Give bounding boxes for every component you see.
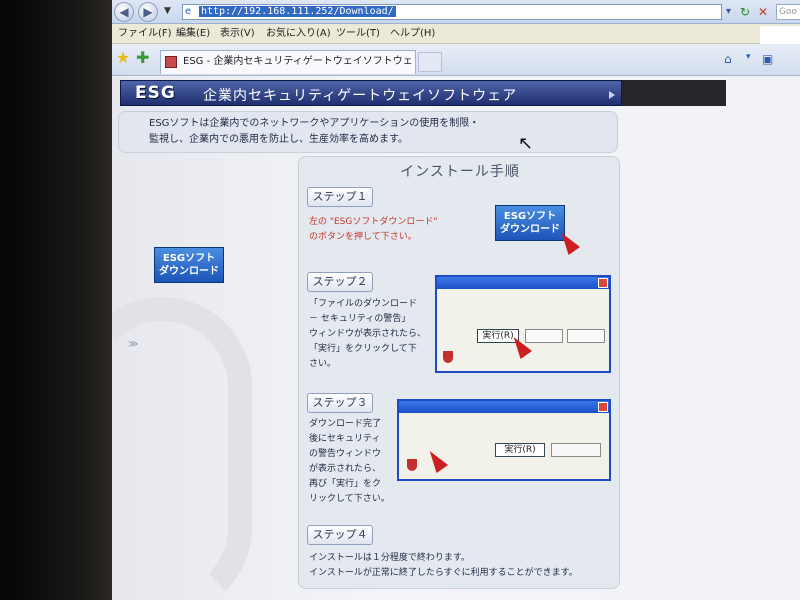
header-banner: ESG 企業内セキュリティゲートウェイソフトウェア [120,80,622,106]
mouse-cursor-icon: ↖ [518,133,534,154]
banner-title: 企業内セキュリティゲートウェイソフトウェア [203,88,518,104]
esg-logo: ESG [135,83,176,103]
step-1-button-line-2: ダウンロード [500,224,560,235]
arrow-marker-icon: ≫ [128,339,139,350]
monitor-bezel [0,0,112,600]
step-1-download-button: ESGソフト ダウンロード [495,205,565,241]
step-4-text: インストールは１分程度で終わります。 インストールが正常に終了したらすぐに利用す… [309,551,578,581]
dialog-titlebar [399,401,609,413]
step-3-label: ステップ３ [307,393,373,413]
menu-tools[interactable]: ツール(T) [336,24,380,44]
step-3-line-2: 後にセキュリティ [309,434,381,444]
install-steps-panel: インストール手順 ステップ１ 左の "ESGソフトダウンロード" のボタンを押し… [298,156,620,589]
banner-dark-strip [622,80,726,106]
step-4-line-2: インストールが正常に終了したらすぐに利用することができます。 [309,568,578,578]
step-3-line-1: ダウンロード完了 [309,419,382,429]
step-3-line-4: が表示されたら、 [309,464,382,474]
tab-esg[interactable]: ESG - 企業内セキュリティゲートウェイソフトウェア [160,50,416,89]
menu-bar: ファイル(F) 編集(E) 表示(V) お気に入り(A) ツール(T) ヘルプ(… [112,24,800,44]
warning-shield-icon [407,459,417,471]
banner-arrow-icon [609,91,615,99]
address-text: http://192.168.111.252/Download/ [199,6,396,17]
file-download-dialog-image: 実行(R) [435,275,611,373]
feeds-icon[interactable]: ▣ [762,52,773,66]
step-2-line-5: さい。 [309,359,337,369]
menu-edit[interactable]: 編集(E) [176,24,210,44]
install-title: インストール手順 [400,164,520,180]
menu-favorites[interactable]: お気に入り(A) [266,24,331,44]
page-icon: e [185,6,192,17]
favicon-icon [165,56,177,68]
home-icon[interactable]: ⌂ [724,52,732,66]
step-2-line-1: 「ファイルのダウンロード [309,299,418,309]
download-label-2: ダウンロード [159,266,219,277]
step-2-line-3: ウィンドウが表示されたら、 [309,329,427,339]
step-1-text: 左の "ESGソフトダウンロード" のボタンを押して下さい。 [309,215,438,245]
dialog-secondary-button [525,329,563,343]
add-favorite-icon[interactable]: ✚ [136,50,149,66]
red-pointer-icon [555,228,581,256]
intro-line-1: ESGソフトは企業内でのネットワークやアプリケーションの使用を制限・ [149,118,480,129]
address-dropdown-icon[interactable]: ▾ [726,4,731,20]
menu-help[interactable]: ヘルプ(H) [390,24,435,44]
intro-box: ESGソフトは企業内でのネットワークやアプリケーションの使用を制限・ 監視し、企… [118,111,618,153]
step-2-line-4: 「実行」をクリックして下 [309,344,417,354]
menu-file[interactable]: ファイル(F) [118,24,172,44]
back-icon[interactable]: ◀ [114,2,134,22]
step-3-line-6: リックして下さい。 [309,494,390,504]
step-1-line-1: 左の "ESGソフトダウンロード" [309,217,438,227]
step-4-label: ステップ４ [307,525,373,545]
dialog-close-icon [598,402,608,412]
refresh-icon[interactable]: ↻ [740,4,750,20]
step-3-line-3: の警告ウィンドウ [309,449,382,459]
home-dropdown-icon[interactable]: ▾ [746,52,751,62]
page-content: ESG 企業内セキュリティゲートウェイソフトウェア ESGソフトは企業内でのネッ… [112,77,800,600]
warning-shield-icon [443,351,453,363]
step-4-line-1: インストールは１分程度で終わります。 [309,553,470,563]
dialog-cancel-button [567,329,605,343]
step-1-label: ステップ１ [307,187,373,207]
step-2-text: 「ファイルのダウンロード － セキュリティの警告」 ウィンドウが表示されたら、 … [309,297,426,372]
intro-line-2: 監視し、企業内での悪用を防止し、生産効率を高めます。 [149,134,408,145]
search-input[interactable]: Goo [776,4,800,20]
step-2-label: ステップ２ [307,272,373,292]
download-label-1: ESGソフト [162,253,216,264]
windows-logo [760,26,800,44]
dialog-run-button: 実行(R) [495,443,545,457]
esg-download-button[interactable]: ESGソフト ダウンロード [154,247,224,283]
tab-bar: ★ ✚ ESG - 企業内セキュリティゲートウェイソフトウェア ⌂ ▾ ▣ [112,44,800,89]
stop-icon[interactable]: ✕ [758,4,768,20]
step-3-text: ダウンロード完了 後にセキュリティ の警告ウィンドウ が表示されたら、 再び「実… [309,417,390,507]
forward-icon[interactable]: ▶ [138,2,158,22]
favorites-star-icon[interactable]: ★ [116,50,130,66]
step-2-line-2: － セキュリティの警告」 [309,314,411,324]
dialog-cancel-button [551,443,601,457]
address-bar-row: ◀ ▶ ▼ e http://192.168.111.252/Download/… [112,0,800,24]
dialog-titlebar [437,277,609,289]
step-1-line-2: のボタンを押して下さい。 [309,232,417,242]
browser-window: ◀ ▶ ▼ e http://192.168.111.252/Download/… [112,0,800,600]
menu-view[interactable]: 表示(V) [220,24,255,44]
new-tab-button[interactable] [418,52,442,72]
security-warning-dialog-image: 実行(R) [397,399,611,481]
step-3-line-5: 再び「実行」をク [309,479,382,489]
dialog-close-icon [598,278,608,288]
address-input[interactable]: e http://192.168.111.252/Download/ [182,4,722,20]
step-1-button-line-1: ESGソフト [503,211,557,222]
history-dropdown-icon[interactable]: ▼ [164,6,171,16]
